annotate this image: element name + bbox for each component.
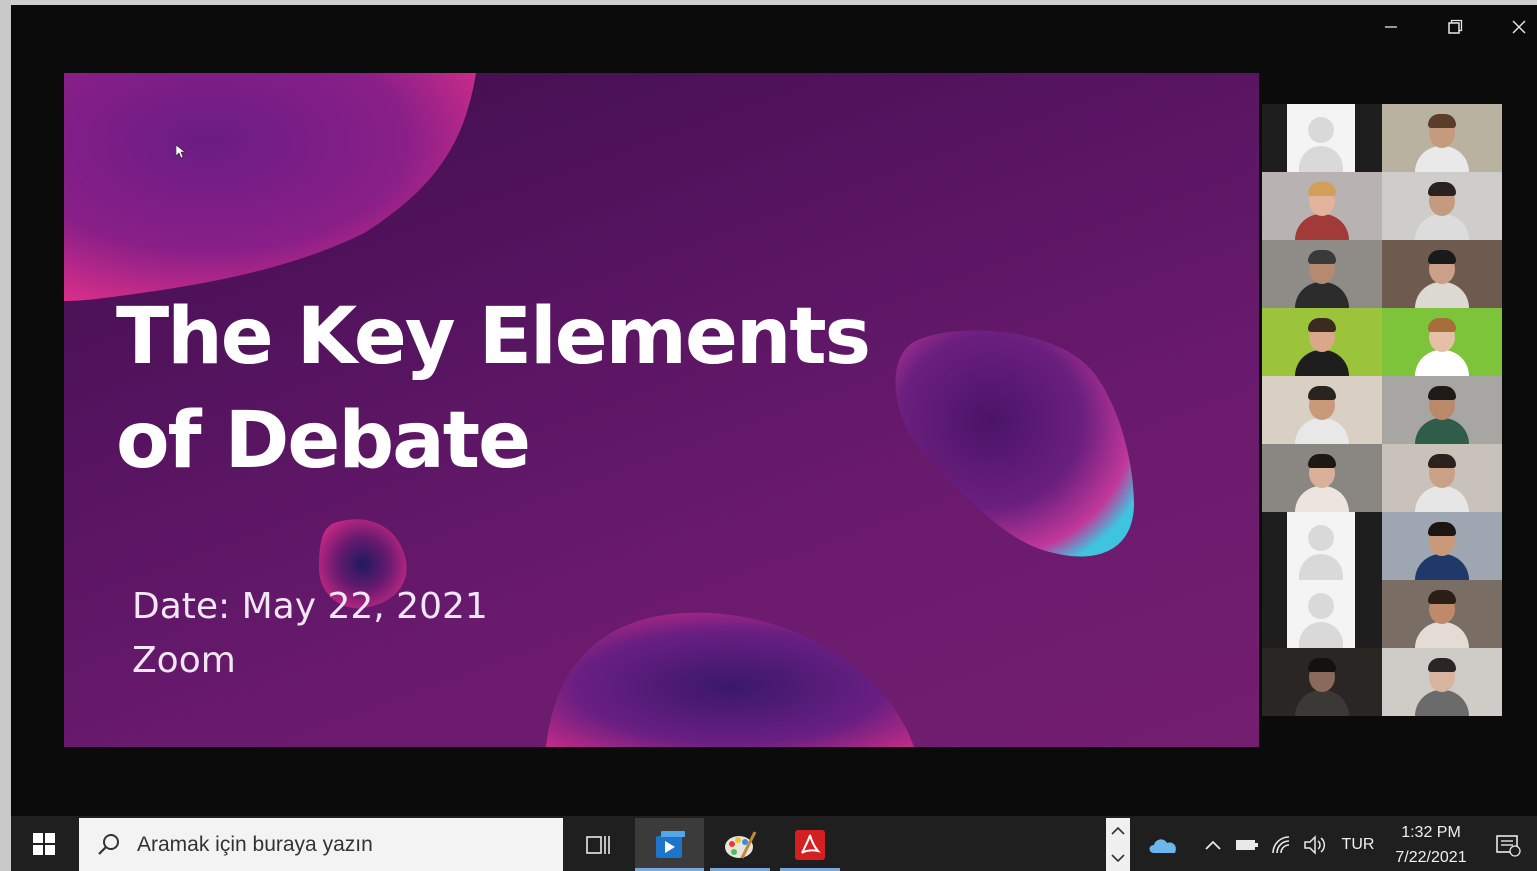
avatar-placeholder <box>1287 512 1355 580</box>
participant-video <box>1287 172 1357 240</box>
window-frame-top <box>0 0 1537 5</box>
restore-button[interactable] <box>1438 12 1472 42</box>
minimize-icon <box>1385 26 1397 28</box>
participant-tile-no-video[interactable] <box>1262 512 1382 580</box>
participant-video <box>1407 444 1477 512</box>
tray-volume[interactable] <box>1300 818 1330 871</box>
taskbar-search-box[interactable]: Aramak için buraya yazın <box>79 818 563 871</box>
windows-logo-icon <box>33 832 55 855</box>
participant-video-tile[interactable] <box>1382 648 1502 716</box>
tray-battery[interactable] <box>1232 818 1262 871</box>
paint-palette-icon <box>725 830 757 859</box>
tray-network[interactable] <box>1268 818 1296 871</box>
participant-video <box>1287 308 1357 376</box>
participant-video <box>1287 648 1357 716</box>
avatar-head-icon <box>1308 593 1334 619</box>
tray-onedrive[interactable] <box>1140 818 1186 871</box>
participant-tile-no-video[interactable] <box>1262 104 1382 172</box>
clock-time: 1:32 PM <box>1401 824 1461 841</box>
participant-video <box>1407 172 1477 240</box>
start-button[interactable] <box>11 816 77 871</box>
avatar-body-icon <box>1299 146 1343 172</box>
avatar-placeholder <box>1287 104 1355 172</box>
participant-video-tile[interactable] <box>1262 444 1382 512</box>
avatar-body-icon <box>1299 554 1343 580</box>
avatar-head-icon <box>1308 525 1334 551</box>
mouse-cursor-icon <box>176 145 186 159</box>
battery-icon <box>1236 839 1258 850</box>
chevron-up-down-icon <box>1111 826 1125 863</box>
participant-video <box>1407 308 1477 376</box>
participant-video-tile[interactable] <box>1382 444 1502 512</box>
participant-video <box>1287 376 1357 444</box>
cloud-icon <box>1149 838 1176 853</box>
participant-video-tile[interactable] <box>1262 376 1382 444</box>
avatar-placeholder <box>1287 580 1355 648</box>
participant-video-tile[interactable] <box>1382 376 1502 444</box>
taskbar-scroll-strip[interactable] <box>1106 818 1130 871</box>
taskbar-app-media-player[interactable] <box>635 818 704 871</box>
participant-tile-no-video[interactable] <box>1262 580 1382 648</box>
participant-video <box>1287 240 1357 308</box>
task-view-icon <box>586 835 610 854</box>
restore-icon <box>1448 19 1463 34</box>
close-icon <box>1512 20 1526 34</box>
avatar-head-icon <box>1308 117 1334 143</box>
action-center-button[interactable] <box>1488 818 1528 871</box>
participant-video-tile[interactable] <box>1382 512 1502 580</box>
participant-video-tile[interactable] <box>1262 308 1382 376</box>
slide-venue-line: Zoom <box>132 640 236 681</box>
participant-video <box>1407 512 1477 580</box>
search-icon <box>98 833 119 855</box>
participant-video <box>1407 648 1477 716</box>
participant-video-tile[interactable] <box>1382 104 1502 172</box>
participant-video-tile[interactable] <box>1262 172 1382 240</box>
taskbar-app-acrobat[interactable] <box>780 818 840 871</box>
participant-video-tile[interactable] <box>1382 172 1502 240</box>
window-frame-left <box>0 0 11 871</box>
participant-video-tile[interactable] <box>1382 308 1502 376</box>
avatar-body-icon <box>1299 622 1343 648</box>
participant-video <box>1407 376 1477 444</box>
chevron-up-icon <box>1205 840 1221 850</box>
participant-video <box>1407 580 1477 648</box>
slide-date-line: Date: May 22, 2021 <box>132 586 488 627</box>
close-button[interactable] <box>1502 12 1536 42</box>
tray-input-language[interactable]: TUR <box>1336 818 1380 871</box>
adobe-acrobat-icon <box>795 829 825 860</box>
taskbar-clock[interactable]: 1:32 PM 7/22/2021 <box>1384 820 1478 870</box>
wifi-icon <box>1272 835 1290 853</box>
search-placeholder: Aramak için buraya yazın <box>137 832 373 856</box>
speaker-icon <box>1304 834 1326 855</box>
participant-video <box>1287 444 1357 512</box>
participant-video-tile[interactable] <box>1262 240 1382 308</box>
shared-screen-slide: The Key Elements of Debate Date: May 22,… <box>64 73 1259 747</box>
taskbar-app-paint[interactable] <box>710 818 770 871</box>
participant-video-tile[interactable] <box>1262 648 1382 716</box>
task-view-button[interactable] <box>570 818 626 871</box>
participant-video <box>1407 240 1477 308</box>
media-player-icon <box>655 830 685 858</box>
participant-video-tile[interactable] <box>1382 240 1502 308</box>
slide-title: The Key Elements of Debate <box>116 292 871 486</box>
language-label: TUR <box>1341 835 1375 853</box>
participant-video <box>1407 104 1477 172</box>
participant-video-tile[interactable] <box>1382 580 1502 648</box>
clock-date: 7/22/2021 <box>1395 849 1467 866</box>
tray-show-hidden-icons[interactable] <box>1200 818 1226 871</box>
minimize-button[interactable] <box>1374 12 1408 42</box>
notifications-icon <box>1496 834 1521 857</box>
